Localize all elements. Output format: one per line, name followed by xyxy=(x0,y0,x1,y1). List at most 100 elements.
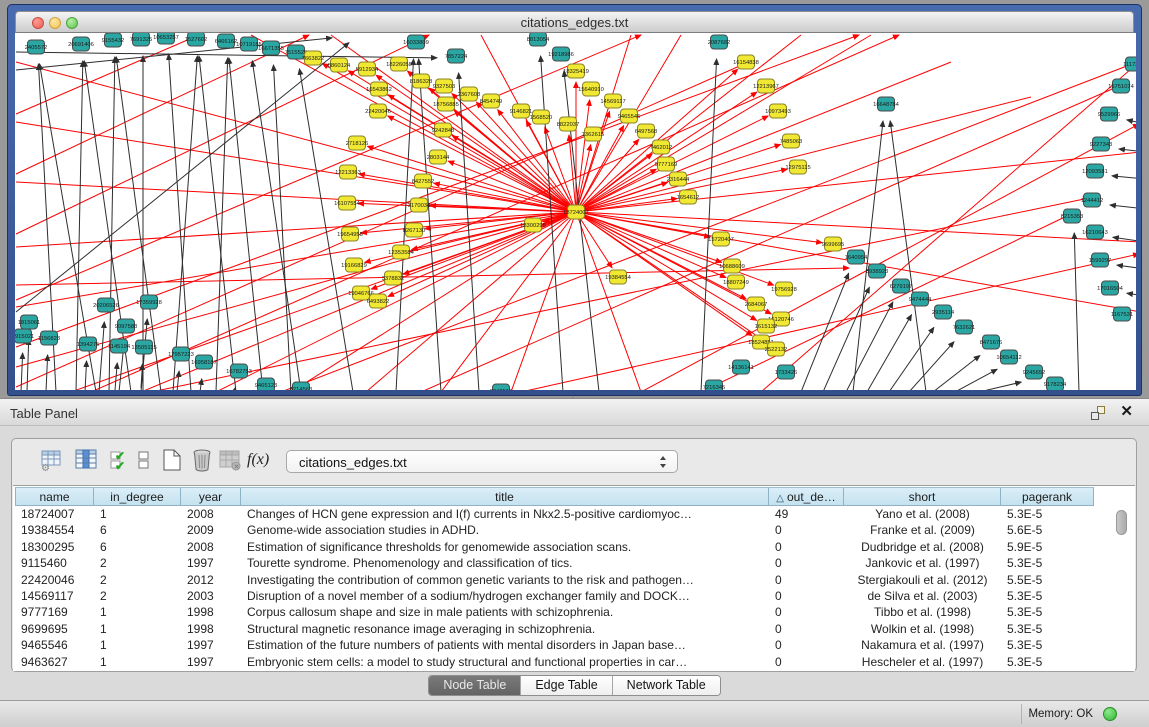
table-cell: Changes of HCN gene expression and I(f) … xyxy=(241,506,769,522)
close-panel-icon[interactable]: ✕ xyxy=(1120,404,1133,420)
graph-node-label: 1167531 xyxy=(1111,312,1133,318)
graph-node-label: 2522132 xyxy=(765,347,788,353)
table-type-tabs: Node TableEdge TableNetwork Table xyxy=(0,675,1149,695)
column-chooser-icon[interactable] xyxy=(73,447,99,473)
graph-node-label: 18807249 xyxy=(723,280,749,286)
graph-node-label: 3170034 xyxy=(408,203,431,209)
column-header-out_de[interactable]: △out_de… xyxy=(769,487,844,506)
graph-node-label: 9777169 xyxy=(655,162,678,168)
graph-node-label: 9097588 xyxy=(115,324,138,330)
graph-node-label: 12093581 xyxy=(1082,169,1108,175)
graph-node-label: 16648784 xyxy=(873,102,900,108)
graph-node-label: 2803144 xyxy=(427,155,450,161)
table-row[interactable]: 1456911722003Disruption of a novel membe… xyxy=(15,588,1094,604)
graph-node-label: 9245652 xyxy=(1023,370,1046,376)
memory-status-indicator[interactable] xyxy=(1103,707,1117,721)
table-cell: de Silva et al. (2003) xyxy=(844,588,1001,604)
table-cell: 2012 xyxy=(181,572,241,588)
graph-node-label: 8471676 xyxy=(980,340,1003,346)
select-all-rows-icon[interactable]: ✔✔ xyxy=(107,447,133,473)
table-header-row[interactable]: namein_degreeyeartitle△out_de…shortpager… xyxy=(15,487,1094,506)
table-cell: 5.5E-5 xyxy=(1001,572,1094,588)
graph-node-label: 9465546 xyxy=(618,114,641,120)
column-header-name[interactable]: name xyxy=(15,487,94,506)
graph-node-label: 9327503 xyxy=(433,84,456,90)
table-cell: 18724007 xyxy=(15,506,94,522)
function-builder-icon[interactable]: f(x) xyxy=(247,447,273,473)
network-canvas[interactable]: 2405572206914069155432769132510653257152… xyxy=(15,33,1136,390)
table-cell: 5.3E-5 xyxy=(1001,555,1094,571)
tab-node-table[interactable]: Node Table xyxy=(429,676,521,695)
graph-node-label: 19218986 xyxy=(548,52,574,58)
citation-network-graph[interactable]: 2405572206914069155432769132510653257152… xyxy=(15,33,1136,390)
table-row[interactable]: 911546021997Tourette syndrome. Phenomeno… xyxy=(15,555,1094,571)
table-cell: Dudbridge et al. (2008) xyxy=(844,539,1001,555)
graph-node-label: 2684067 xyxy=(745,302,768,308)
float-panel-icon[interactable] xyxy=(1091,406,1105,420)
graph-node-label: 2316444 xyxy=(667,177,690,183)
table-row[interactable]: 1938455462009Genome-wide association stu… xyxy=(15,522,1094,538)
graph-node-label: 7485063 xyxy=(780,139,803,145)
table-cell: 5.3E-5 xyxy=(1001,588,1094,604)
table-cell: 9115460 xyxy=(15,555,94,571)
svg-text:✔: ✔ xyxy=(115,459,125,473)
graph-node-label: 17359928 xyxy=(136,300,162,306)
table-row[interactable]: 977716911998Corpus callosum shape and si… xyxy=(15,604,1094,620)
column-header-short[interactable]: short xyxy=(844,487,1001,506)
table-settings-icon[interactable]: ⚙ xyxy=(39,447,65,473)
scrollbar-thumb[interactable] xyxy=(1116,510,1127,535)
graph-node-label: 20206526 xyxy=(93,303,119,309)
import-table-icon-disabled: ✕ xyxy=(217,447,243,473)
tab-edge-table[interactable]: Edge Table xyxy=(521,676,612,695)
graph-node-label: 16107554 xyxy=(334,201,361,207)
table-cell: 0 xyxy=(769,654,844,670)
table-cell: Estimation of the future numbers of pati… xyxy=(241,637,769,653)
table-row[interactable]: 969969511998Structural magnetic resonanc… xyxy=(15,621,1094,637)
graph-node-label: 5912934 xyxy=(356,67,379,73)
table-body[interactable]: 18724007 1 2008Changes of HCN gene express… xyxy=(15,506,1094,670)
table-selector-value: citations_edges.txt xyxy=(299,455,407,470)
column-header-year[interactable]: year xyxy=(181,487,241,506)
table-row[interactable]: 946554611997Estimation of the future num… xyxy=(15,637,1094,653)
new-table-icon[interactable] xyxy=(159,447,185,473)
graph-node-label: 1568520 xyxy=(530,115,553,121)
deselect-rows-icon[interactable] xyxy=(131,447,157,473)
graph-node-label: 1654612 xyxy=(677,195,700,201)
table-row[interactable]: 946362711997Embryonic stem cells: a mode… xyxy=(15,654,1094,670)
column-header-in_degree[interactable]: in_degree xyxy=(94,487,181,506)
graph-node-label: 8454749 xyxy=(480,99,503,105)
table-row[interactable]: 2242004622012Investigating the contribut… xyxy=(15,572,1094,588)
table-selector-dropdown[interactable]: citations_edges.txt xyxy=(286,450,678,473)
column-header-pagerank[interactable]: pagerank xyxy=(1001,487,1094,506)
graph-node-label: 8186328 xyxy=(410,79,433,85)
table-cell: Estimation of significance thresholds fo… xyxy=(241,539,769,555)
graph-node-label: 19654955 xyxy=(337,232,363,238)
graph-node-label: 2935114 xyxy=(932,310,955,316)
table-cell: 9463627 xyxy=(15,654,94,670)
table-cell: 1 xyxy=(94,654,181,670)
vertical-scrollbar[interactable] xyxy=(1115,508,1128,668)
graph-node-label: 9155432 xyxy=(102,38,125,44)
table-row[interactable]: 1830029562008Estimation of significance … xyxy=(15,539,1094,555)
table-cell: 2008 xyxy=(181,506,241,522)
table-panel-header: Table Panel ✕ xyxy=(0,398,1149,426)
network-window: citations_edges.txt 24055722069140691554… xyxy=(7,4,1142,396)
table-cell: 0 xyxy=(769,604,844,620)
table-cell: Wolkin et al. (1998) xyxy=(844,621,1001,637)
tab-network-table[interactable]: Network Table xyxy=(613,676,720,695)
table-cell: 5.9E-5 xyxy=(1001,539,1094,555)
graph-node-label: 9474444 xyxy=(909,297,932,303)
table-row[interactable]: 1872400712008Changes of HCN gene express… xyxy=(15,506,1094,522)
delete-table-icon[interactable] xyxy=(189,447,215,473)
graph-node-label: 20691406 xyxy=(68,42,94,48)
graph-node-label: 16671355 xyxy=(258,46,284,52)
column-header-title[interactable]: title xyxy=(241,487,769,506)
graph-node-label: 9178234 xyxy=(1044,382,1067,388)
graph-node-label: 19384554 xyxy=(605,275,632,281)
graph-node-label: 15720407 xyxy=(708,237,734,243)
table-cell: 1998 xyxy=(181,604,241,620)
table-cell: 1 xyxy=(94,621,181,637)
table-cell: 0 xyxy=(769,637,844,653)
graph-node-label: 9699695 xyxy=(822,242,845,248)
table-cell: 49 xyxy=(769,506,844,522)
